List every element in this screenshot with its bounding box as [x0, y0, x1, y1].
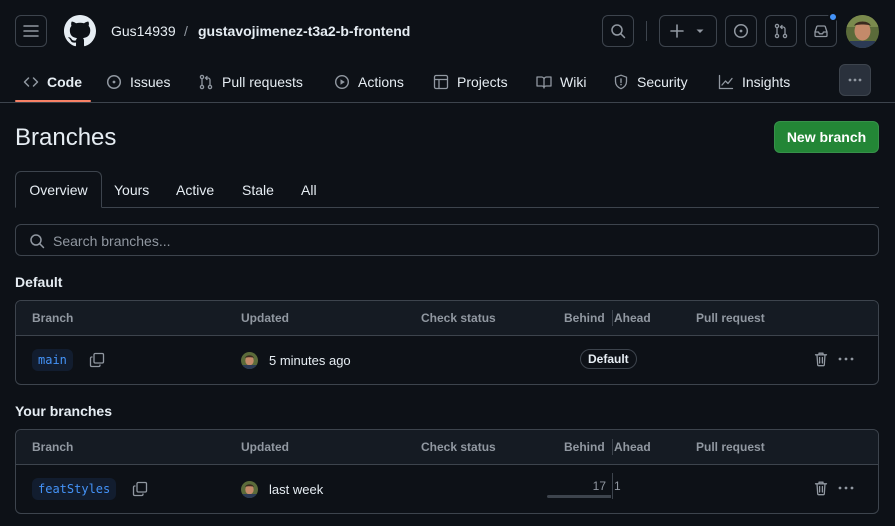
user-avatar[interactable]: [846, 15, 879, 48]
tab-actions-label: Actions: [358, 74, 404, 90]
hamburger-icon: [23, 25, 39, 37]
tab-actions[interactable]: Actions: [334, 62, 404, 102]
book-icon: [536, 76, 552, 89]
table-row: main 5 minutes ago Default: [16, 336, 878, 384]
tab-pull-requests[interactable]: Pull requests: [198, 62, 303, 102]
git-pull-request-icon: [199, 74, 213, 90]
git-pull-request-icon: [774, 23, 788, 39]
kebab-horizontal-icon[interactable]: [837, 480, 855, 496]
tab-yours[interactable]: Yours: [114, 171, 149, 208]
tab-active[interactable]: Active: [176, 171, 214, 208]
trash-icon[interactable]: [813, 351, 829, 367]
breadcrumb-owner[interactable]: Gus14939: [111, 22, 176, 40]
table-header: Branch Updated Check status Behind Ahead…: [16, 430, 878, 465]
behind-ahead-divider: [612, 439, 613, 455]
behind-count: 17: [592, 479, 606, 493]
branch-name-link[interactable]: main: [32, 349, 73, 371]
copy-icon[interactable]: [89, 352, 105, 368]
search-placeholder: Search branches...: [53, 233, 171, 249]
tab-insights[interactable]: Insights: [718, 62, 790, 102]
graph-icon: [718, 74, 734, 90]
col-updated: Updated: [241, 311, 289, 325]
col-pull-request: Pull request: [696, 311, 765, 325]
code-icon: [23, 77, 39, 87]
author-avatar[interactable]: [241, 352, 258, 369]
tab-code[interactable]: Code: [23, 62, 82, 102]
table-row: featStyles last week 17 1: [16, 465, 878, 513]
col-branch: Branch: [32, 311, 74, 325]
tab-pull-requests-label: Pull requests: [222, 74, 303, 90]
col-check-status: Check status: [421, 311, 496, 325]
issues-button[interactable]: [725, 15, 757, 47]
default-badge: Default: [580, 349, 637, 369]
your-branches-table: Branch Updated Check status Behind Ahead…: [15, 429, 879, 514]
header-divider: [646, 21, 647, 41]
table-icon: [433, 74, 449, 90]
updated-time: last week: [269, 482, 324, 497]
notification-dot-icon: [828, 12, 838, 22]
col-ahead: Ahead: [614, 440, 651, 454]
breadcrumb-repo[interactable]: gustavojimenez-t3a2-b-frontend: [198, 22, 410, 40]
repo-navigation: Code Issues Pull requests Actions Projec…: [0, 62, 895, 103]
col-ahead: Ahead: [614, 311, 651, 325]
tab-security-label: Security: [637, 74, 688, 90]
breadcrumb-separator: /: [184, 23, 188, 39]
col-behind: Behind: [564, 311, 605, 325]
nav-overflow-button[interactable]: [839, 64, 871, 96]
your-branches-section-title: Your branches: [15, 403, 112, 419]
trash-icon[interactable]: [813, 480, 829, 496]
tab-projects[interactable]: Projects: [433, 62, 508, 102]
tab-issues[interactable]: Issues: [106, 62, 170, 102]
branch-name-link[interactable]: featStyles: [32, 478, 117, 500]
search-branches-input[interactable]: Search branches...: [15, 224, 879, 256]
ahead-count: 1: [614, 479, 621, 493]
table-header: Branch Updated Check status Behind Ahead…: [16, 301, 878, 336]
search-button[interactable]: [602, 15, 634, 47]
default-section-title: Default: [15, 274, 63, 290]
github-logo-icon[interactable]: [64, 15, 96, 47]
top-bar: Gus14939 / gustavojimenez-t3a2-b-fronten…: [0, 0, 895, 62]
behind-ahead-divider: [612, 473, 613, 499]
copy-icon[interactable]: [132, 481, 148, 497]
search-icon: [30, 234, 45, 249]
tab-projects-label: Projects: [457, 74, 508, 90]
tab-issues-label: Issues: [130, 74, 171, 90]
tab-all[interactable]: All: [301, 171, 317, 208]
kebab-horizontal-icon[interactable]: [837, 351, 855, 367]
new-branch-button[interactable]: New branch: [774, 121, 879, 153]
active-tab-underline: [15, 100, 91, 102]
kebab-horizontal-icon: [848, 78, 862, 82]
author-avatar[interactable]: [241, 481, 258, 498]
menu-button[interactable]: [15, 15, 47, 47]
caret-down-icon: [696, 29, 704, 33]
col-pull-request: Pull request: [696, 440, 765, 454]
create-new-button[interactable]: [659, 15, 717, 47]
play-icon: [334, 74, 350, 90]
plus-icon: [670, 24, 684, 38]
tab-security[interactable]: Security: [613, 62, 688, 102]
default-branches-table: Branch Updated Check status Behind Ahead…: [15, 300, 879, 385]
col-behind: Behind: [564, 440, 605, 454]
pull-requests-button[interactable]: [765, 15, 797, 47]
col-branch: Branch: [32, 440, 74, 454]
col-updated: Updated: [241, 440, 289, 454]
tab-overview[interactable]: Overview: [15, 171, 102, 208]
behind-bar: [547, 495, 611, 498]
tab-wiki[interactable]: Wiki: [536, 62, 586, 102]
col-check-status: Check status: [421, 440, 496, 454]
branch-filter-tabs: Overview Yours Active Stale All: [15, 171, 879, 208]
inbox-icon: [814, 25, 828, 38]
shield-icon: [614, 74, 628, 90]
tab-code-label: Code: [47, 74, 82, 90]
issue-opened-icon: [733, 23, 749, 39]
updated-time: 5 minutes ago: [269, 353, 351, 368]
search-icon: [611, 24, 626, 39]
issue-opened-icon: [106, 74, 122, 90]
tab-insights-label: Insights: [742, 74, 791, 90]
page-title: Branches: [15, 124, 117, 151]
tab-stale[interactable]: Stale: [242, 171, 274, 208]
tab-wiki-label: Wiki: [560, 74, 587, 90]
behind-ahead-divider: [612, 310, 613, 326]
